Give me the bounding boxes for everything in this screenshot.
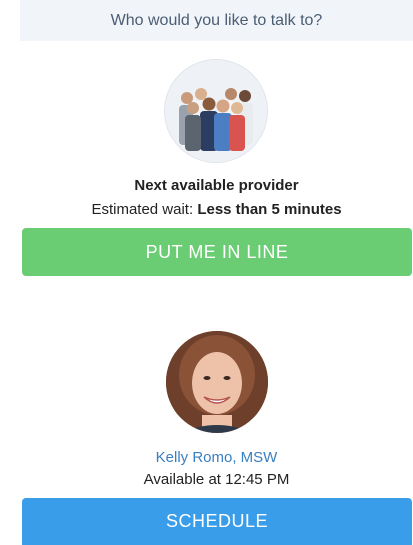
provider-selection-screen: Who would you like to talk to? Next avai…	[0, 0, 413, 545]
page-title: Who would you like to talk to?	[110, 11, 323, 29]
page-header: Who would you like to talk to?	[20, 0, 413, 41]
schedule-button[interactable]: SCHEDULE	[22, 498, 412, 545]
estimated-wait: Estimated wait: Less than 5 minutes	[20, 201, 413, 218]
next-provider-title: Next available provider	[134, 177, 299, 194]
provider-availability: Available at 12:45 PM	[143, 471, 290, 488]
wait-value: Less than 5 minutes	[197, 201, 342, 218]
provider-portrait-icon	[166, 331, 268, 433]
provider-portrait-avatar[interactable]	[166, 331, 268, 433]
wait-label: Estimated wait:	[91, 201, 194, 218]
provider-name-link[interactable]: Kelly Romo, MSW	[20, 449, 413, 466]
put-me-in-line-button[interactable]: PUT ME IN LINE	[22, 228, 412, 276]
provider-group-icon	[165, 60, 267, 162]
provider-group-avatar	[165, 60, 267, 162]
